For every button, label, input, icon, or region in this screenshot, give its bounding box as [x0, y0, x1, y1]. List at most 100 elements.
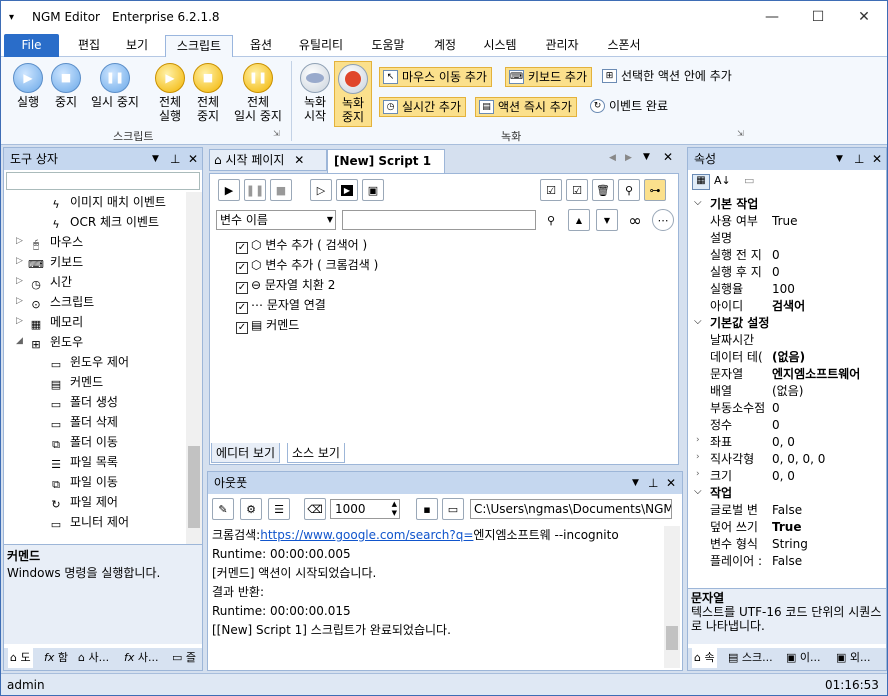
- list-icon[interactable]: ☰: [268, 498, 290, 520]
- collapse-window-icon[interactable]: ◢: [16, 336, 23, 346]
- add-action-now-button[interactable]: ▤ 액션 즉시 추가: [475, 97, 577, 117]
- tree-item-memory[interactable]: ▦ 메모리: [28, 312, 83, 332]
- find-icon[interactable]: ⚲: [540, 209, 562, 231]
- run-all-button[interactable]: ▶ 전체 실행: [151, 63, 189, 123]
- event-complete-button[interactable]: ↻ 이벤트 완료: [587, 97, 672, 117]
- scrollbar-thumb[interactable]: [666, 626, 678, 650]
- log-link[interactable]: https://www.google.com/search?q=: [260, 528, 473, 542]
- prop-row[interactable]: 설명: [688, 230, 878, 247]
- menu-sponsor[interactable]: 스폰서: [599, 35, 649, 57]
- tree-item-file-list[interactable]: ☰ 파일 목록: [48, 452, 118, 472]
- tab-toolbox[interactable]: ⌂ 도: [8, 648, 33, 668]
- tree-item-script[interactable]: ⊙ 스크립트: [28, 292, 94, 312]
- run-selected-button[interactable]: ▣: [362, 179, 384, 201]
- tree-item-folder-create[interactable]: ▭ 폴더 생성: [48, 392, 118, 412]
- add-realtime-button[interactable]: ◷ 실시간 추가: [379, 97, 467, 117]
- checkbox[interactable]: ✓: [236, 282, 248, 294]
- expand-keyboard-icon[interactable]: ▷: [16, 256, 23, 266]
- tab-functions[interactable]: fx 함: [44, 648, 68, 668]
- tab-nav-right-icon[interactable]: ▶: [625, 153, 632, 163]
- toolbox-search-input[interactable]: [6, 172, 200, 190]
- menu-file[interactable]: File: [4, 34, 59, 57]
- variable-select[interactable]: 변수 이름 ▼: [216, 210, 336, 230]
- stop-all-button[interactable]: ■ 전체 중지: [189, 63, 227, 123]
- pin-icon[interactable]: ⊥: [648, 472, 658, 494]
- close-panel-icon[interactable]: ✕: [872, 148, 882, 170]
- expand-mouse-icon[interactable]: ▷: [16, 236, 23, 246]
- tab-start-page[interactable]: ⌂ 시작 페이지 ✕: [209, 149, 327, 171]
- prop-category-basic-task[interactable]: 기본 작업: [688, 196, 878, 213]
- checkbox[interactable]: ✓: [236, 322, 248, 334]
- tree-item-image-match-event[interactable]: ϟ 이미지 매치 이벤트: [48, 192, 166, 212]
- ribbon-expand-icon[interactable]: ⇲: [273, 129, 280, 138]
- action-command[interactable]: ✓ ▤ 커멘드: [236, 316, 299, 335]
- action-add-variable-search[interactable]: ✓ ⬡ 변수 추가 ( 검색어 ): [236, 236, 367, 255]
- tree-item-file-move[interactable]: ⧉ 파일 이동: [48, 472, 118, 492]
- close-panel-icon[interactable]: ✕: [188, 148, 198, 170]
- tree-view-button[interactable]: ⊶: [644, 179, 666, 201]
- tree-item-time[interactable]: ◷ 시간: [28, 272, 72, 292]
- tree-item-folder-delete[interactable]: ▭ 폴더 삭제: [48, 412, 118, 432]
- prop-row[interactable]: 직사각형 0, 0, 0, 0: [688, 451, 878, 468]
- close-tab-icon[interactable]: ✕: [294, 153, 304, 167]
- prop-category-defaults[interactable]: 기본값 설정: [688, 315, 878, 332]
- close-button[interactable]: ✕: [841, 1, 887, 33]
- checkbox[interactable]: ✓: [236, 262, 248, 274]
- pin-icon[interactable]: ⊥: [170, 148, 180, 170]
- search-icon[interactable]: ⚲: [618, 179, 640, 201]
- tree-item-keyboard[interactable]: ⌨ 키보드: [28, 252, 83, 272]
- menu-system[interactable]: 시스템: [475, 35, 525, 57]
- variable-search-input[interactable]: [342, 210, 536, 230]
- prop-row[interactable]: 크기 0, 0: [688, 468, 878, 485]
- prop-row[interactable]: 실행 전 지0: [688, 247, 878, 264]
- collapse-icon[interactable]: ⌵: [694, 316, 702, 327]
- collapse-icon[interactable]: ⌵: [694, 486, 702, 497]
- open-folder-icon[interactable]: ▭: [442, 498, 464, 520]
- check-button[interactable]: ☑: [566, 179, 588, 201]
- property-pages-icon[interactable]: ▭: [744, 174, 754, 187]
- prop-row[interactable]: 정수 0: [688, 417, 878, 434]
- prop-row[interactable]: 아이디 검색어: [688, 298, 878, 315]
- tab-editor-view[interactable]: 에디터 보기: [211, 443, 281, 463]
- prop-row[interactable]: 문자열 엔지엠소프트웨어: [688, 366, 878, 383]
- scrollbar-thumb[interactable]: [188, 446, 200, 528]
- menu-account[interactable]: 계정: [425, 35, 465, 57]
- collapse-icon[interactable]: ⌵: [694, 197, 702, 208]
- move-down-button[interactable]: ▼: [596, 209, 618, 231]
- menu-help[interactable]: 도움말: [363, 35, 413, 57]
- tab-image[interactable]: ▣ 이...: [786, 648, 821, 668]
- tree-item-command[interactable]: ▤ 커멘드: [48, 372, 103, 392]
- action-add-variable-chrome[interactable]: ✓ ⬡ 변수 추가 ( 크롬검색 ): [236, 256, 378, 275]
- menu-script[interactable]: 스크립트: [165, 35, 233, 57]
- wand-icon[interactable]: ✎: [212, 498, 234, 520]
- action-string-concat[interactable]: ✓ ⋯ 문자열 연결: [236, 296, 326, 315]
- pause-button[interactable]: ❚❚ 일시 중지: [87, 63, 143, 109]
- tree-item-mouse[interactable]: 🖰 마우스: [28, 232, 83, 252]
- menu-utility[interactable]: 유틸리티: [291, 35, 351, 57]
- prop-row[interactable]: 좌표 0, 0: [688, 434, 878, 451]
- menu-options[interactable]: 옵션: [239, 35, 283, 57]
- tab-user[interactable]: ⌂ 사...: [78, 648, 109, 668]
- checkbox[interactable]: ✓: [236, 302, 248, 314]
- line-count-stepper[interactable]: 1000 ▲ ▼: [330, 499, 400, 519]
- maximize-button[interactable]: ☐: [795, 1, 841, 33]
- run-button[interactable]: ▶ 실행: [9, 63, 47, 109]
- eraser-icon[interactable]: ⌫: [304, 498, 326, 520]
- tree-item-file-control[interactable]: ↻ 파일 제어: [48, 492, 118, 512]
- sort-alpha-icon[interactable]: A↓: [714, 174, 731, 187]
- delete-button[interactable]: 🗑: [592, 179, 614, 201]
- stop-script-button[interactable]: ■: [270, 179, 292, 201]
- pause-script-button[interactable]: ❚❚: [244, 179, 266, 201]
- prop-row[interactable]: 날짜시간: [688, 332, 878, 349]
- pause-all-button[interactable]: ❚❚ 전체 일시 중지: [229, 63, 287, 123]
- tree-item-ocr-check-event[interactable]: ϟ OCR 체크 이벤트: [48, 212, 159, 232]
- menu-view[interactable]: 보기: [115, 35, 159, 57]
- tree-item-window[interactable]: ⊞ 윈도우: [28, 332, 83, 352]
- prop-row[interactable]: 글로벌 변 False: [688, 502, 878, 519]
- tree-item-window-control[interactable]: ▭ 윈도우 제어: [48, 352, 129, 372]
- dropdown-icon[interactable]: ▼: [632, 472, 639, 494]
- stepper-arrows[interactable]: ▲ ▼: [392, 500, 397, 518]
- tree-item-folder-move[interactable]: ⧉ 폴더 이동: [48, 432, 118, 452]
- pin-icon[interactable]: ⊥: [854, 148, 864, 170]
- record-start-button[interactable]: 녹화 시작: [297, 63, 333, 123]
